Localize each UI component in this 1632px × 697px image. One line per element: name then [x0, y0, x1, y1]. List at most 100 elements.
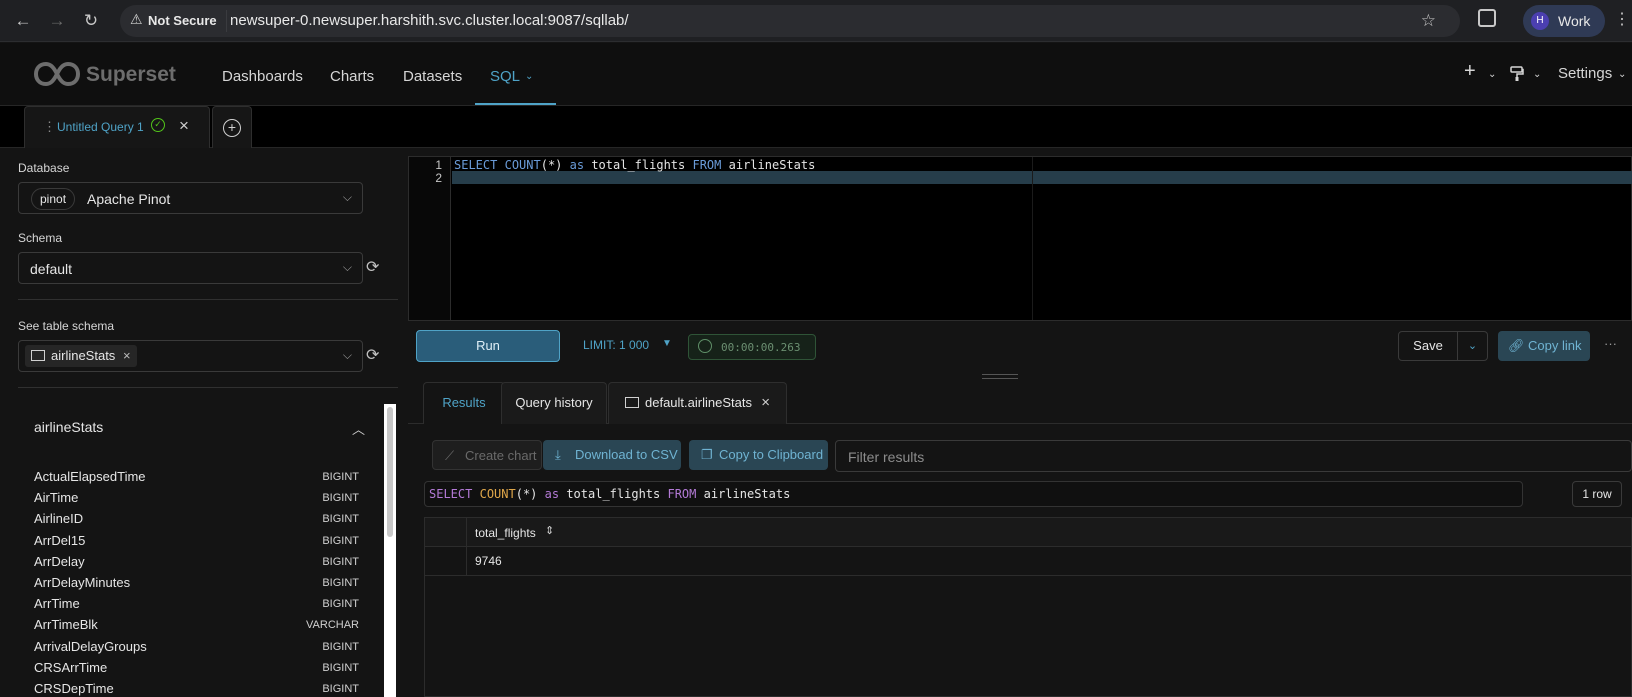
- tab-results[interactable]: Results: [423, 382, 505, 424]
- nav-datasets[interactable]: Datasets: [403, 68, 462, 85]
- column-row[interactable]: ArrivalDelayGroups BIGINT: [34, 636, 359, 658]
- column-name: CRSDepTime: [34, 681, 114, 696]
- chevron-up-icon[interactable]: ︿: [352, 419, 365, 438]
- keyword: as: [569, 158, 585, 172]
- theme-brush-icon[interactable]: [1510, 66, 1524, 82]
- nav-charts[interactable]: Charts: [330, 68, 374, 85]
- security-label[interactable]: Not Secure: [148, 13, 217, 28]
- database-select[interactable]: pinot Apache Pinot ⌵: [18, 182, 363, 214]
- refresh-tables-icon[interactable]: ⟳: [366, 345, 384, 364]
- refresh-schema-icon[interactable]: ⟳: [366, 257, 384, 276]
- reload-icon[interactable]: ↻: [80, 10, 102, 32]
- tab-query-history[interactable]: Query history: [501, 382, 607, 424]
- limit-dropdown[interactable]: LIMIT: 1 000: [583, 338, 649, 352]
- filter-results-input[interactable]: Filter results: [835, 440, 1632, 472]
- keyword: FROM: [692, 158, 722, 172]
- more-options-icon[interactable]: ···: [1604, 336, 1617, 351]
- clock-icon: [698, 339, 712, 353]
- sql-editor[interactable]: 1 2 SELECT COUNT(*) as total_flights FRO…: [408, 156, 1632, 321]
- tab-table-preview[interactable]: default.airlineStats ×: [608, 382, 787, 424]
- resize-handle[interactable]: [982, 374, 1018, 379]
- column-name: ArrivalDelayGroups: [34, 638, 147, 654]
- download-csv-button[interactable]: ⤓ Download to CSV: [543, 440, 681, 470]
- query-timer: 00:00:00.263: [688, 334, 816, 360]
- column-row[interactable]: CRSArrTime BIGINT: [34, 657, 359, 679]
- column-name: ArrDelayMinutes: [34, 575, 131, 590]
- schema-select[interactable]: default ⌵: [18, 252, 363, 284]
- create-chart-button[interactable]: ⟋ Create chart: [432, 440, 542, 470]
- drag-handle-icon[interactable]: ⋮: [43, 119, 56, 135]
- filter-placeholder: Filter results: [848, 449, 925, 465]
- save-button[interactable]: Save: [1398, 331, 1458, 361]
- profile-button[interactable]: H Work: [1523, 5, 1605, 37]
- table-cell[interactable]: 9746: [475, 554, 502, 568]
- column-row[interactable]: CRSDepTime BIGINT: [34, 678, 359, 697]
- column-row[interactable]: ArrTimeBlk VARCHAR: [34, 614, 359, 636]
- browser-menu-icon[interactable]: ⋮: [1614, 9, 1630, 29]
- column-row[interactable]: ActualElapsedTime BIGINT: [34, 466, 359, 488]
- back-icon[interactable]: ←: [12, 10, 34, 32]
- link-icon: 🔗︎: [1508, 338, 1525, 353]
- table-tag[interactable]: airlineStats ×: [25, 345, 137, 367]
- forward-icon[interactable]: →: [46, 10, 68, 32]
- copy-icon: ❐: [701, 447, 713, 462]
- function-name: COUNT: [504, 158, 541, 172]
- browser-toolbar: ← → ↻ ⚠ Not Secure newsuper-0.newsuper.h…: [0, 0, 1632, 42]
- scrollbar-thumb[interactable]: [387, 407, 393, 537]
- chevron-down-icon[interactable]: ⌄: [1533, 69, 1541, 80]
- column-alias: total_flights: [591, 158, 686, 172]
- sql-line-1[interactable]: SELECT COUNT(*) as total_flights FROM ai…: [454, 158, 815, 172]
- results-tabs: Results Query history default.airlineSta…: [408, 382, 1632, 424]
- query-tabs: ⋮ Untitled Query 1 ✓ × +: [0, 106, 1632, 148]
- run-button[interactable]: Run: [416, 330, 560, 362]
- chevron-down-icon: ⌵: [342, 260, 352, 274]
- sort-icon[interactable]: ⇕: [545, 524, 554, 537]
- executed-sql-text: SELECT COUNT(*) as total_flights FROM ai…: [429, 487, 790, 501]
- profile-label: Work: [1558, 13, 1591, 29]
- tab-untitled-query[interactable]: ⋮ Untitled Query 1 ✓ ×: [24, 106, 210, 148]
- nav-dashboards[interactable]: Dashboards: [222, 68, 303, 85]
- line-number: 2: [435, 171, 442, 185]
- database-value: Apache Pinot: [87, 191, 171, 207]
- tab-table-preview-label: default.airlineStats: [645, 395, 752, 410]
- save-dropdown-button[interactable]: ⌄: [1458, 331, 1488, 361]
- chevron-down-icon[interactable]: ⌄: [1488, 69, 1496, 80]
- bookmark-star-icon[interactable]: ☆: [1421, 11, 1436, 31]
- column-row[interactable]: AirlineID BIGINT: [34, 508, 359, 530]
- chevron-down-icon[interactable]: ⌄: [525, 71, 533, 82]
- column-row[interactable]: ArrDel15 BIGINT: [34, 530, 359, 552]
- column-type: BIGINT: [322, 492, 359, 505]
- copy-link-button[interactable]: 🔗︎ Copy link: [1498, 331, 1590, 361]
- brand-name[interactable]: Superset: [86, 63, 176, 87]
- close-icon[interactable]: ×: [761, 383, 770, 423]
- column-type: BIGINT: [322, 577, 359, 589]
- extensions-icon[interactable]: [1478, 9, 1496, 27]
- database-label: Database: [18, 161, 70, 175]
- close-icon[interactable]: ×: [179, 116, 189, 136]
- line-chart-icon: ⟋: [445, 448, 455, 463]
- url-text[interactable]: newsuper-0.newsuper.harshith.svc.cluster…: [230, 12, 629, 29]
- remove-tag-icon[interactable]: ×: [123, 348, 131, 363]
- nav-sql[interactable]: SQL: [490, 68, 520, 85]
- table-select[interactable]: airlineStats × ⌵: [18, 340, 363, 372]
- column-row[interactable]: AirTime BIGINT: [34, 487, 359, 509]
- download-icon: ⤓: [555, 447, 561, 462]
- superset-logo-icon[interactable]: [34, 61, 80, 87]
- create-chart-label: Create chart: [465, 448, 537, 463]
- column-row[interactable]: ArrDelay BIGINT: [34, 551, 359, 573]
- settings-menu[interactable]: Settings: [1558, 65, 1612, 82]
- address-bar[interactable]: ⚠ Not Secure newsuper-0.newsuper.harshit…: [120, 5, 1460, 37]
- table-schema-label: See table schema: [18, 319, 115, 333]
- column-row[interactable]: ArrTime BIGINT: [34, 593, 359, 615]
- editor-gutter: 1 2: [409, 157, 451, 320]
- chevron-down-icon[interactable]: ⌄: [1618, 69, 1626, 80]
- column-row[interactable]: ArrDelayMinutes BIGINT: [34, 572, 359, 594]
- add-tab-button[interactable]: +: [212, 106, 252, 148]
- table-name[interactable]: airlineStats: [34, 419, 103, 435]
- grid-header: total_flights ⇕: [425, 518, 1631, 547]
- run-toolbar: Run LIMIT: 1 000 ▼ 00:00:00.263 Save ⌄ 🔗…: [408, 322, 1632, 370]
- copy-clipboard-button[interactable]: ❐ Copy to Clipboard: [689, 440, 828, 470]
- caret-down-icon[interactable]: ▼: [662, 338, 672, 349]
- plus-icon[interactable]: +: [1464, 60, 1476, 83]
- column-header[interactable]: total_flights: [475, 526, 536, 540]
